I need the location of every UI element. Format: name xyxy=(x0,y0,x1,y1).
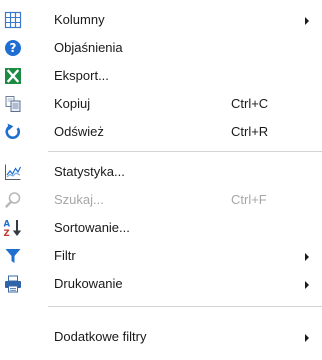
menu-item-label: Dodatkowe filtry xyxy=(54,329,147,344)
menu-item-label: Objaśnienia xyxy=(54,40,123,55)
menu-item-print[interactable]: Drukowanie xyxy=(0,270,322,298)
menu-item-label: Statystyka... xyxy=(54,164,125,179)
menu-item-label: Drukowanie xyxy=(54,276,123,291)
menu-item-copy[interactable]: Kopiuj Ctrl+C xyxy=(0,90,322,118)
menu-item-label: Filtr xyxy=(54,248,76,263)
svg-text:Z: Z xyxy=(4,229,10,238)
excel-export-icon xyxy=(3,66,23,86)
menu-item-search[interactable]: Szukaj... Ctrl+F xyxy=(0,186,322,214)
menu-separator xyxy=(48,151,322,152)
menu-item-label: Szukaj... xyxy=(54,192,104,207)
menu-item-shortcut: Ctrl+C xyxy=(231,96,269,111)
svg-text:A: A xyxy=(4,220,11,230)
menu-item-label: Eksport... xyxy=(54,68,109,83)
submenu-arrow-icon xyxy=(305,253,309,261)
menu-item-label: Kolumny xyxy=(54,12,105,27)
menu-item-refresh[interactable]: Odśwież Ctrl+R xyxy=(0,118,322,146)
menu-item-statistics[interactable]: Statystyka... xyxy=(0,158,322,186)
submenu-arrow-icon xyxy=(305,17,309,25)
menu-item-label: Odśwież xyxy=(54,124,104,139)
svg-text:?: ? xyxy=(10,41,17,55)
context-menu: Kolumny ? Objaśnienia Eksport... Kopiuj … xyxy=(0,0,322,360)
filter-icon xyxy=(3,246,23,266)
submenu-arrow-icon xyxy=(305,334,309,342)
help-icon: ? xyxy=(3,38,23,58)
menu-item-additional-filters[interactable]: Dodatkowe filtry xyxy=(0,323,322,351)
search-icon xyxy=(3,190,23,210)
statistics-chart-icon xyxy=(3,162,23,182)
menu-separator xyxy=(48,306,322,307)
menu-item-shortcut: Ctrl+F xyxy=(231,192,267,207)
menu-item-label: Kopiuj xyxy=(54,96,91,111)
menu-item-shortcut: Ctrl+R xyxy=(231,124,269,139)
menu-item-sort[interactable]: A Z Sortowanie... xyxy=(0,214,322,242)
menu-item-export[interactable]: Eksport... xyxy=(0,62,322,90)
submenu-arrow-icon xyxy=(305,281,309,289)
menu-item-columns[interactable]: Kolumny xyxy=(0,6,322,34)
printer-icon xyxy=(3,274,23,294)
refresh-icon xyxy=(3,122,23,142)
copy-icon xyxy=(3,94,23,114)
menu-item-label: Sortowanie... xyxy=(54,220,130,235)
menu-item-help[interactable]: ? Objaśnienia xyxy=(0,34,322,62)
menu-item-filter[interactable]: Filtr xyxy=(0,242,322,270)
sort-az-icon: A Z xyxy=(3,218,23,238)
columns-icon xyxy=(3,10,23,30)
